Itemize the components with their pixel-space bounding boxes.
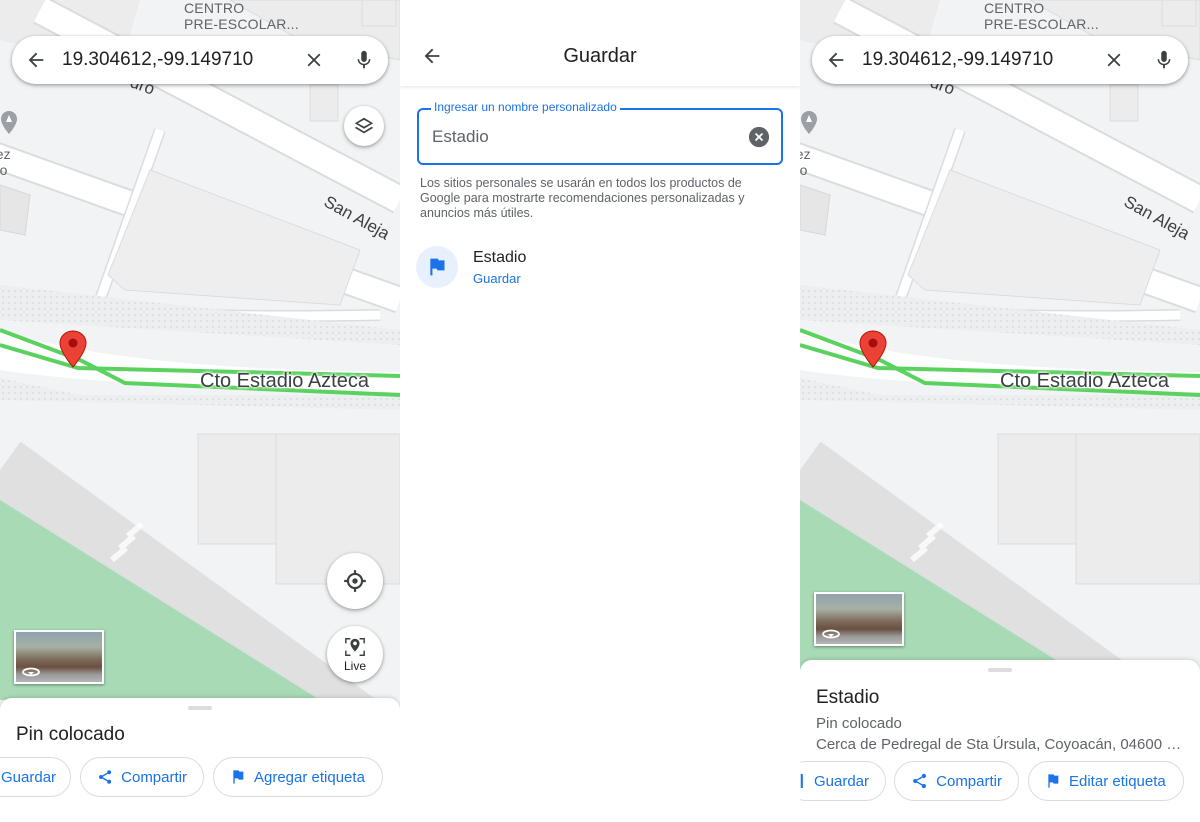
share-label: Compartir <box>121 768 187 786</box>
add-label-label: Agregar etiqueta <box>254 768 365 786</box>
street-label-main: Cto Estadio Azteca <box>1000 370 1169 392</box>
map-label-school-line2: PRE-ESCOLAR... <box>184 16 299 32</box>
layers-button[interactable] <box>344 106 384 146</box>
street-view-360-icon <box>822 629 840 639</box>
place-sheet[interactable]: Estadio Pin colocado Cerca de Pedregal d… <box>800 660 1200 822</box>
street-view-360-icon <box>22 667 40 677</box>
flag-icon <box>1048 774 1059 788</box>
save-header: Guardar <box>400 0 800 86</box>
place-sheet[interactable]: Pin colocado Guardar Compartir Agregar e… <box>0 698 400 822</box>
sheet-address: Cerca de Pedregal de Sta Úrsula, Coyoacá… <box>816 736 1186 753</box>
save-label: Guardar <box>1 768 57 786</box>
layers-icon <box>354 117 374 134</box>
map-label-side-line1: nez <box>0 146 11 162</box>
map-panel-left: CENTRO PRE-ESCOLAR... nez rito dro San A… <box>0 0 400 822</box>
sheet-title: Estadio <box>816 687 880 708</box>
map-label-side: nez rito <box>800 146 811 178</box>
close-icon[interactable] <box>302 48 326 72</box>
map-label-school-line1: CENTRO <box>184 0 245 16</box>
sheet-drag-handle[interactable] <box>988 668 1012 672</box>
privacy-note: Los sitios personales se usarán en todos… <box>420 176 745 220</box>
mic-icon[interactable] <box>1152 48 1176 72</box>
my-location-icon <box>344 570 366 592</box>
clear-text-icon[interactable] <box>748 126 770 148</box>
map-label-school: CENTRO PRE-ESCOLAR... <box>184 0 299 32</box>
share-button[interactable]: Compartir <box>80 757 204 797</box>
sheet-title: Pin colocado <box>16 724 125 745</box>
custom-name-field[interactable]: Ingresar un nombre personalizado <box>417 100 783 165</box>
street-view-thumbnail[interactable] <box>814 592 904 646</box>
street-label-main: Cto Estadio Azteca <box>200 370 369 392</box>
close-icon[interactable] <box>1102 48 1126 72</box>
street-view-thumbnail[interactable] <box>14 630 104 684</box>
search-query[interactable]: 19.304612,-99.149710 <box>48 49 302 71</box>
map-label-school-line1: CENTRO <box>984 0 1045 16</box>
poi-marker-icon[interactable] <box>0 110 18 140</box>
map-panel-right: CENTRO PRE-ESCOLAR... nez rito dro San A… <box>800 0 1200 822</box>
arrow-back-icon[interactable] <box>24 48 48 72</box>
suggestion-name: Estadio <box>473 249 527 266</box>
custom-name-label: Ingresar un nombre personalizado <box>431 100 620 114</box>
my-location-button[interactable] <box>327 553 383 609</box>
suggestion-action[interactable]: Guardar <box>473 271 521 286</box>
page-title: Guardar <box>563 45 637 67</box>
edit-label-button[interactable]: Editar etiqueta <box>1028 761 1184 801</box>
search-bar[interactable]: 19.304612,-99.149710 <box>812 36 1188 84</box>
suggestion-item[interactable]: Estadio Guardar <box>416 246 786 290</box>
sheet-drag-handle[interactable] <box>188 706 212 710</box>
flag-icon <box>430 258 445 276</box>
live-view-button[interactable]: Live <box>327 626 383 682</box>
custom-name-input[interactable] <box>432 124 732 150</box>
map-label-side: nez rito <box>0 146 11 178</box>
map-label-side-line1: nez <box>800 146 811 162</box>
suggestion-avatar <box>416 246 458 288</box>
live-view-icon <box>345 637 365 656</box>
live-label: Live <box>343 658 366 673</box>
save-button[interactable]: Guardar <box>800 761 886 801</box>
flag-icon <box>233 770 244 784</box>
map-label-school: CENTRO PRE-ESCOLAR... <box>984 0 1099 32</box>
save-label: Guardar <box>813 772 869 790</box>
sheet-subtitle: Pin colocado <box>816 715 902 732</box>
map-label-side-line2: rito <box>0 162 8 178</box>
poi-marker-icon[interactable] <box>800 110 818 140</box>
search-bar[interactable]: 19.304612,-99.149710 <box>12 36 388 84</box>
mic-icon[interactable] <box>352 48 376 72</box>
share-icon <box>99 770 112 784</box>
edit-label-label: Editar etiqueta <box>1069 772 1166 790</box>
save-panel: Guardar Ingresar un nombre personalizado… <box>400 0 800 822</box>
share-icon <box>913 773 926 789</box>
map-label-side-line2: rito <box>800 162 808 178</box>
search-query[interactable]: 19.304612,-99.149710 <box>848 49 1102 71</box>
bookmark-icon <box>800 774 803 788</box>
add-label-button[interactable]: Agregar etiqueta <box>213 757 383 797</box>
share-button[interactable]: Compartir <box>894 761 1019 801</box>
dropped-pin-icon[interactable] <box>59 330 87 368</box>
arrow-back-icon[interactable] <box>824 48 848 72</box>
map-label-school-line2: PRE-ESCOLAR... <box>984 16 1099 32</box>
share-label: Compartir <box>936 772 1002 790</box>
save-button[interactable]: Guardar <box>0 757 71 797</box>
dropped-pin-icon[interactable] <box>859 330 887 368</box>
